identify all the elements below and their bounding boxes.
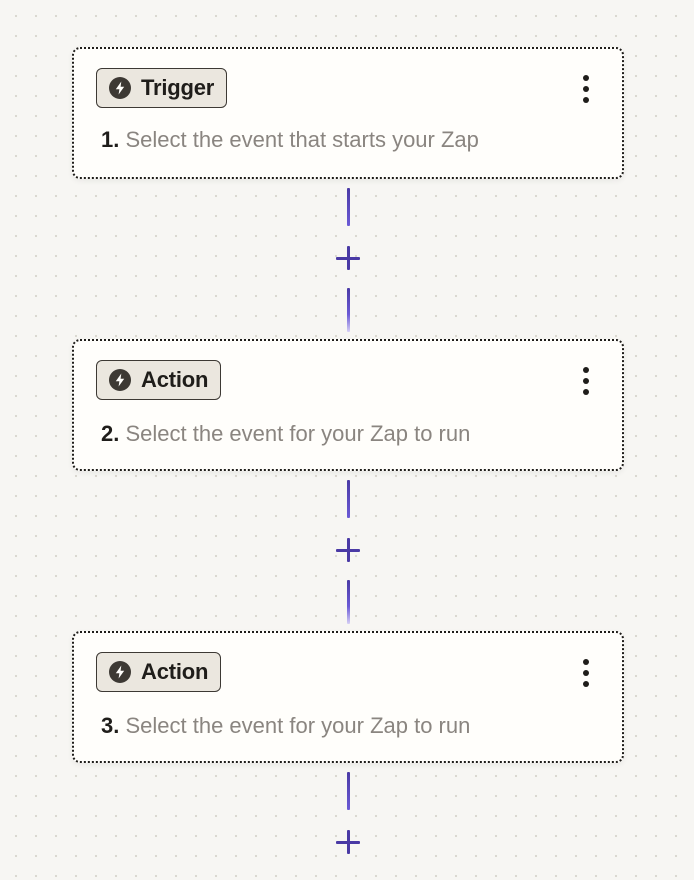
step-type-label: Action	[141, 659, 209, 684]
more-vertical-icon[interactable]	[574, 73, 598, 105]
connector-line	[346, 580, 350, 624]
step-card-action[interactable]: Action 2. Select the event for your Zap …	[72, 339, 624, 471]
step-type-label: Trigger	[141, 75, 215, 100]
zap-editor-canvas: Trigger 1. Select the event that starts …	[0, 0, 694, 880]
step-number: 1.	[101, 127, 120, 152]
step-type-badge: Trigger	[96, 68, 228, 108]
bolt-icon	[109, 77, 131, 99]
step-description: 1. Select the event that starts your Zap	[101, 127, 479, 153]
step-description: 2. Select the event for your Zap to run	[101, 421, 470, 447]
step-text: Select the event for your Zap to run	[125, 713, 471, 738]
plus-icon[interactable]	[336, 538, 360, 562]
step-connector	[318, 472, 378, 632]
connector-line	[346, 188, 350, 226]
step-type-badge: Action	[96, 360, 222, 400]
step-card-trigger[interactable]: Trigger 1. Select the event that starts …	[72, 47, 624, 179]
more-vertical-icon[interactable]	[574, 365, 598, 397]
plus-icon[interactable]	[336, 830, 360, 854]
step-connector	[318, 764, 378, 880]
step-type-badge: Action	[96, 652, 222, 692]
step-number: 2.	[101, 421, 120, 446]
step-connector	[318, 180, 378, 340]
more-vertical-icon[interactable]	[574, 657, 598, 689]
step-type-label: Action	[141, 367, 209, 392]
bolt-icon	[109, 661, 131, 683]
plus-icon[interactable]	[336, 246, 360, 270]
step-description: 3. Select the event for your Zap to run	[101, 713, 470, 739]
connector-line	[346, 480, 350, 518]
bolt-icon	[109, 369, 131, 391]
step-card-action[interactable]: Action 3. Select the event for your Zap …	[72, 631, 624, 763]
step-text: Select the event that starts your Zap	[125, 127, 479, 152]
connector-line	[346, 772, 350, 810]
step-number: 3.	[101, 713, 120, 738]
connector-line	[346, 288, 350, 332]
step-text: Select the event for your Zap to run	[125, 421, 471, 446]
